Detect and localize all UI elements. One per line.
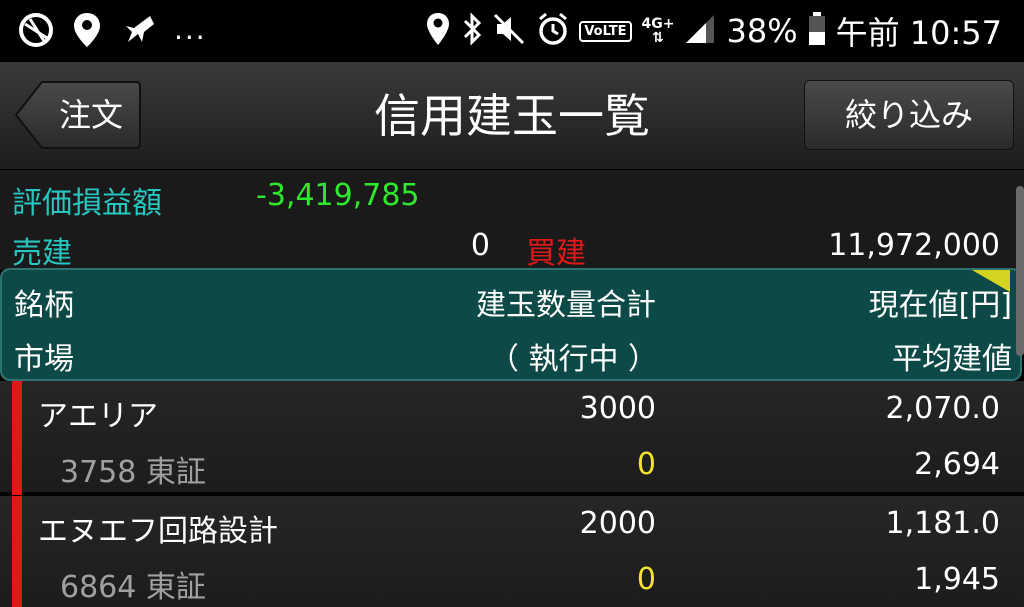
gps-icon bbox=[425, 11, 451, 51]
filter-button[interactable]: 絞り込み bbox=[804, 80, 1014, 150]
bluetooth-icon bbox=[461, 11, 483, 51]
status-bar: ... VoLTE 4G+ ⇅ 38% 午前 10:57 bbox=[0, 0, 1024, 62]
position-qty: 3000 bbox=[579, 391, 656, 426]
position-qty: 2000 bbox=[579, 506, 656, 541]
back-to-order-button[interactable]: 注文 bbox=[14, 80, 142, 150]
app-header: 注文 信用建玉一覧 絞り込み bbox=[0, 62, 1024, 170]
col-qty-total: 建玉数量合計 bbox=[476, 288, 656, 323]
position-row[interactable]: アエリア 3758 東証 3000 0 2,070.0 2,694 bbox=[0, 381, 1024, 495]
stock-code-market: 6864 東証 bbox=[60, 570, 206, 605]
buy-value: 11,972,000 bbox=[828, 228, 1000, 263]
volte-indicator: VoLTE bbox=[579, 20, 632, 42]
stock-name: アエリア bbox=[38, 399, 158, 434]
current-price: 1,181.0 bbox=[885, 506, 1000, 541]
col-name: 銘柄 bbox=[14, 288, 74, 323]
back-button-label: 注文 bbox=[58, 96, 123, 134]
executing-qty: 0 bbox=[636, 562, 656, 597]
stock-code-market: 3758 東証 bbox=[60, 455, 206, 490]
clock: 午前 10:57 bbox=[835, 14, 1002, 52]
col-executing: （ 執行中 ） bbox=[488, 342, 658, 377]
app-notification-icon bbox=[18, 12, 54, 52]
position-row[interactable]: エヌエフ回路設計 6864 東証 2000 0 1,181.0 1,945 bbox=[0, 496, 1024, 607]
location-pin-icon bbox=[72, 11, 102, 53]
battery-percent: 38% bbox=[726, 12, 798, 50]
buy-position-marker bbox=[12, 381, 22, 495]
col-avg-price: 平均建値 bbox=[892, 342, 1012, 377]
executing-qty: 0 bbox=[636, 447, 656, 482]
scrollbar[interactable] bbox=[1016, 186, 1024, 356]
buy-label: 買建 bbox=[526, 236, 586, 271]
network-type: 4G+ ⇅ bbox=[641, 16, 675, 46]
comet-notification-icon bbox=[120, 12, 156, 52]
battery-icon bbox=[808, 12, 826, 50]
corner-indicator bbox=[972, 270, 1010, 292]
more-notifications: ... bbox=[174, 12, 207, 46]
sell-value: 0 bbox=[470, 228, 490, 263]
summary-panel: 評価損益額 -3,419,785 売建 0 買建 11,972,000 bbox=[0, 170, 1024, 271]
col-market: 市場 bbox=[14, 342, 74, 377]
signal-strength-icon bbox=[684, 13, 716, 49]
buy-position-marker bbox=[12, 496, 22, 607]
average-price: 2,694 bbox=[914, 447, 1000, 482]
alarm-icon bbox=[537, 11, 569, 51]
average-price: 1,945 bbox=[914, 562, 1000, 597]
column-header: 銘柄 建玉数量合計 現在値[円] 市場 （ 執行中 ） 平均建値 bbox=[0, 268, 1022, 381]
sell-label: 売建 bbox=[12, 236, 72, 271]
mute-icon bbox=[493, 11, 527, 51]
stock-name: エヌエフ回路設計 bbox=[38, 514, 278, 549]
pl-value: -3,419,785 bbox=[256, 178, 420, 213]
pl-label: 評価損益額 bbox=[12, 186, 162, 221]
current-price: 2,070.0 bbox=[885, 391, 1000, 426]
